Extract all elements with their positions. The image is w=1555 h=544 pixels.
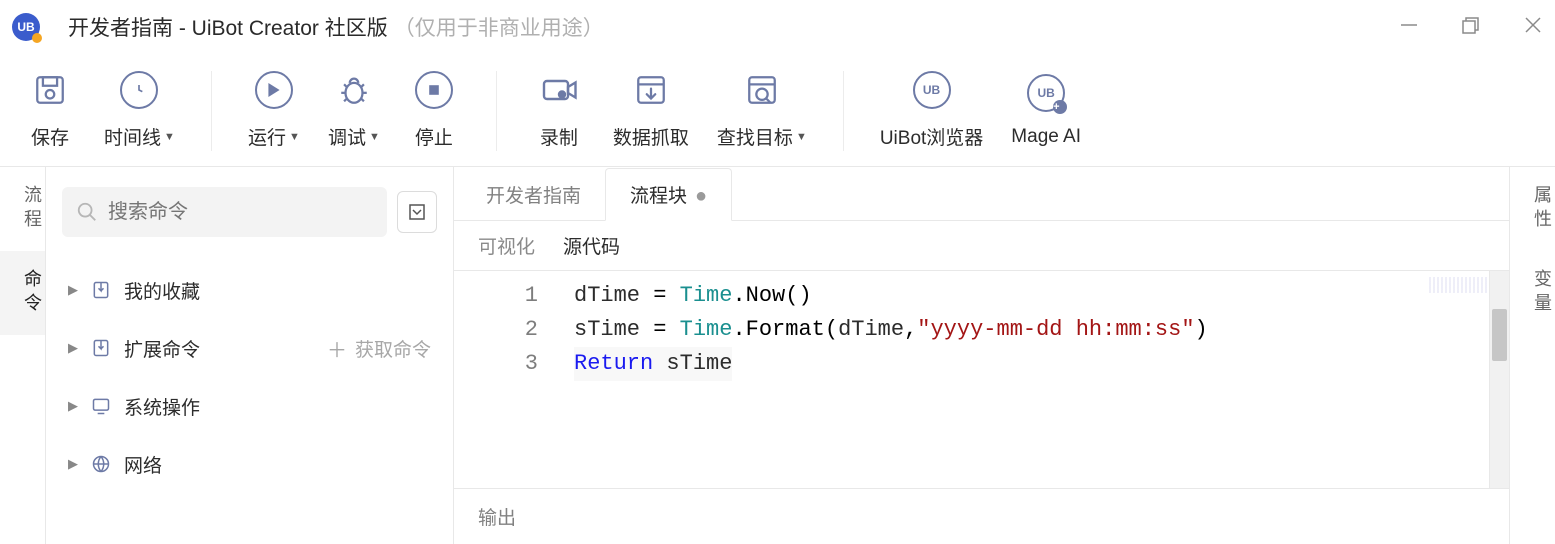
search-input-wrap[interactable] (62, 187, 387, 237)
tree-item-label: 我的收藏 (124, 277, 200, 304)
save-button[interactable]: 保存 (10, 71, 90, 150)
dirty-indicator: ● (695, 185, 707, 207)
save-icon (31, 71, 69, 109)
chevron-right-icon: ▶ (68, 282, 78, 298)
search-filter-toggle[interactable] (397, 191, 437, 233)
maximize-button[interactable] (1461, 15, 1481, 40)
code-line[interactable]: sTime = Time.Format(dTime,"yyyy-mm-dd hh… (574, 313, 1208, 347)
tree-item-label: 系统操作 (124, 393, 200, 420)
search-icon (76, 201, 98, 223)
bookmark-icon (90, 279, 112, 301)
editor-area: 开发者指南 流程块 ● 可视化 源代码 1dTime = Time.Now()2s… (454, 167, 1509, 544)
editor-tabs: 开发者指南 流程块 ● (454, 167, 1509, 221)
editor-tab-guide[interactable]: 开发者指南 (462, 169, 605, 220)
chevron-down-icon: ▼ (164, 131, 175, 143)
timeline-button[interactable]: 时间线▼ (90, 71, 189, 150)
tree-item-extensions[interactable]: ▶ 扩展命令 ＋ 获取命令 (68, 319, 453, 377)
record-button[interactable]: 录制 (519, 71, 599, 150)
chevron-down-icon: ▼ (289, 131, 300, 143)
plus-icon: ＋ (327, 334, 347, 363)
window-subtitle: （仅用于非商业用途） (394, 12, 604, 42)
mage-label: Mage AI (1011, 126, 1081, 148)
find-target-button[interactable]: 查找目标▼ (703, 71, 821, 150)
separator (496, 71, 497, 151)
bookmark-icon (90, 337, 112, 359)
debug-label: 调试 (328, 123, 366, 150)
tree-item-label: 网络 (124, 451, 162, 478)
app-logo: UB (12, 13, 40, 41)
tree-item-system[interactable]: ▶ 系统操作 (68, 377, 453, 435)
data-grab-label: 数据抓取 (613, 123, 689, 150)
get-commands-link[interactable]: ＋ 获取命令 (327, 334, 431, 363)
command-tree: ▶ 我的收藏 ▶ 扩展命令 ＋ 获取命令 ▶ 系统操作 ▶ (46, 251, 453, 493)
output-panel-header[interactable]: 输出 (454, 488, 1509, 544)
separator (843, 71, 844, 151)
stop-label: 停止 (415, 123, 453, 150)
separator (211, 71, 212, 151)
save-label: 保存 (31, 123, 69, 150)
play-icon (255, 71, 293, 109)
tree-item-label: 扩展命令 (124, 335, 200, 362)
chevron-down-icon: ▼ (796, 131, 807, 143)
clock-icon (120, 71, 158, 109)
right-tab-variables[interactable]: 变量 (1510, 251, 1555, 335)
browser-icon: UB (913, 71, 951, 109)
scroll-thumb[interactable] (1492, 309, 1507, 361)
line-number: 2 (454, 313, 574, 347)
close-button[interactable] (1523, 15, 1543, 40)
view-tab-source[interactable]: 源代码 (563, 232, 620, 259)
view-tabs: 可视化 源代码 (454, 221, 1509, 271)
tab-label: 开发者指南 (486, 186, 581, 207)
debug-button[interactable]: 调试▼ (314, 71, 394, 150)
code-line[interactable]: Return sTime (574, 347, 732, 381)
tree-item-network[interactable]: ▶ 网络 (68, 435, 453, 493)
search-input[interactable] (108, 201, 373, 224)
right-tab-strip: 属性 变量 (1509, 167, 1555, 544)
window-title: 开发者指南 - UiBot Creator 社区版 (68, 12, 388, 42)
titlebar: UB 开发者指南 - UiBot Creator 社区版 （仅用于非商业用途） (0, 0, 1555, 55)
find-target-label: 查找目标 (717, 123, 793, 150)
scrollbar[interactable] (1489, 271, 1509, 488)
command-panel: ▶ 我的收藏 ▶ 扩展命令 ＋ 获取命令 ▶ 系统操作 ▶ (46, 167, 454, 544)
stop-icon (415, 71, 453, 109)
stop-button[interactable]: 停止 (394, 71, 474, 150)
record-label: 录制 (540, 123, 578, 150)
monitor-icon (90, 395, 112, 417)
left-tab-flow[interactable]: 流程 (0, 167, 45, 251)
chevron-right-icon: ▶ (68, 340, 78, 356)
timeline-label: 时间线 (104, 123, 161, 150)
globe-icon (90, 453, 112, 475)
mage-icon: UB+ (1027, 74, 1065, 112)
tab-label: 流程块 (630, 186, 687, 207)
left-tab-commands[interactable]: 命令 (0, 251, 45, 335)
line-number: 3 (454, 347, 574, 381)
mage-ai-button[interactable]: UB+ Mage AI (997, 71, 1095, 150)
find-icon (743, 71, 781, 109)
run-label: 运行 (248, 123, 286, 150)
grab-icon (632, 71, 670, 109)
line-number: 1 (454, 279, 574, 313)
minimap (1429, 277, 1489, 293)
chevron-right-icon: ▶ (68, 456, 78, 472)
left-tab-strip: 流程 命令 (0, 167, 46, 544)
view-tab-visual[interactable]: 可视化 (478, 232, 535, 259)
data-grab-button[interactable]: 数据抓取 (599, 71, 703, 150)
chevron-right-icon: ▶ (68, 398, 78, 414)
editor-tab-block[interactable]: 流程块 ● (605, 168, 732, 221)
camera-icon (540, 71, 578, 109)
browser-label: UiBot浏览器 (880, 123, 983, 150)
code-line[interactable]: dTime = Time.Now() (574, 279, 812, 313)
toolbar: 保存 时间线▼ 运行▼ 调试▼ 停止 录制 数据抓取 (0, 55, 1555, 167)
right-tab-properties[interactable]: 属性 (1510, 167, 1555, 251)
uibot-browser-button[interactable]: UB UiBot浏览器 (866, 71, 997, 150)
bug-icon (335, 71, 373, 109)
minimize-button[interactable] (1399, 15, 1419, 40)
run-button[interactable]: 运行▼ (234, 71, 314, 150)
tree-item-favorites[interactable]: ▶ 我的收藏 (68, 261, 453, 319)
code-editor[interactable]: 1dTime = Time.Now()2sTime = Time.Format(… (454, 271, 1489, 488)
chevron-down-icon: ▼ (369, 131, 380, 143)
get-commands-label: 获取命令 (355, 335, 431, 362)
